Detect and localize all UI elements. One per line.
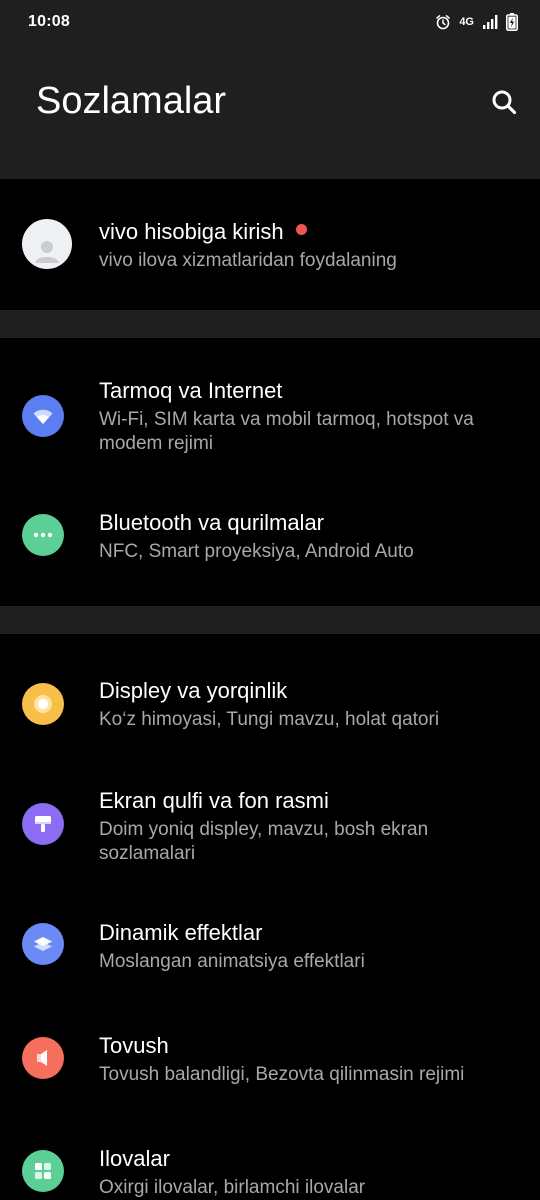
status-time: 10:08 — [28, 13, 70, 30]
settings-item-subtitle: Ko‘z himoyasi, Tungi mavzu, holat qatori — [99, 709, 440, 730]
settings-item-title: Tovush — [99, 1033, 169, 1058]
page-title: Sozlamalar — [36, 80, 227, 122]
settings-item-title: Tarmoq va Internet — [99, 378, 283, 403]
person-icon — [35, 241, 59, 263]
settings-item-apps[interactable]: Ilovalar Oxirgi ilovalar, birlamchi ilov… — [0, 1114, 540, 1200]
paint-roller-icon — [22, 803, 64, 845]
account-subtitle: vivo ilova xizmatlaridan foydalaning — [99, 250, 397, 271]
settings-item-title: Bluetooth va qurilmalar — [99, 510, 325, 535]
settings-item-title: Dinamik effektlar — [99, 920, 263, 945]
settings-item-subtitle: Doim yoniq displey, mavzu, bosh ekran so… — [99, 819, 429, 864]
battery-charging-icon — [506, 13, 518, 31]
settings-item-subtitle: Wi-Fi, SIM karta va mobil tarmoq, hotspo… — [99, 409, 474, 454]
settings-item-title: Ekran qulfi va fon rasmi — [99, 788, 329, 813]
account-row[interactable]: vivo hisobiga kirish vivo ilova xizmatla… — [0, 179, 540, 310]
app-header: Sozlamalar — [0, 44, 540, 179]
account-title: vivo hisobiga kirish — [99, 219, 284, 244]
settings-item-display[interactable]: Displey va yorqinlik Ko‘z himoyasi, Tung… — [0, 634, 540, 754]
settings-item-subtitle: Moslangan animatsiya effektlari — [99, 951, 365, 972]
layers-icon — [22, 923, 64, 965]
settings-item-bluetooth[interactable]: Bluetooth va qurilmalar NFC, Smart proye… — [0, 472, 540, 606]
account-section: vivo hisobiga kirish vivo ilova xizmatla… — [0, 179, 540, 310]
wifi-icon — [22, 395, 64, 437]
settings-item-lockscreen[interactable]: Ekran qulfi va fon rasmi Doim yoniq disp… — [0, 754, 540, 888]
section-divider — [0, 310, 540, 338]
settings-item-effects[interactable]: Dinamik effektlar Moslangan animatsiya e… — [0, 888, 540, 1001]
connectivity-group: Tarmoq va Internet Wi-Fi, SIM karta va m… — [0, 338, 540, 606]
signal-icon — [483, 15, 498, 29]
apps-grid-icon — [22, 1150, 64, 1192]
settings-screen: 10:08 4G Sozlamalar vivo hisobiga kirish… — [0, 0, 540, 1200]
settings-item-title: Displey va yorqinlik — [99, 678, 288, 703]
notification-dot — [295, 224, 307, 235]
section-divider — [0, 606, 540, 634]
settings-item-network[interactable]: Tarmoq va Internet Wi-Fi, SIM karta va m… — [0, 338, 540, 472]
more-dots-icon — [22, 514, 64, 556]
search-icon — [492, 90, 517, 115]
brightness-icon — [22, 683, 64, 725]
status-bar: 10:08 4G — [0, 0, 540, 44]
search-button[interactable] — [488, 86, 520, 118]
personalization-group: Displey va yorqinlik Ko‘z himoyasi, Tung… — [0, 634, 540, 1200]
network-type: 4G — [459, 16, 474, 28]
speaker-icon — [22, 1037, 64, 1079]
alarm-icon — [436, 15, 451, 30]
settings-item-subtitle: Oxirgi ilovalar, birlamchi ilovalar — [99, 1177, 366, 1198]
account-title-line: vivo hisobiga kirish — [99, 219, 307, 245]
avatar — [22, 219, 72, 269]
settings-item-sound[interactable]: Tovush Tovush balandligi, Bezovta qilinm… — [0, 1001, 540, 1114]
settings-item-subtitle: Tovush balandligi, Bezovta qilinmasin re… — [99, 1064, 465, 1085]
settings-item-subtitle: NFC, Smart proyeksiya, Android Auto — [99, 541, 414, 562]
status-icons: 4G — [435, 13, 518, 31]
settings-item-title: Ilovalar — [99, 1146, 170, 1171]
